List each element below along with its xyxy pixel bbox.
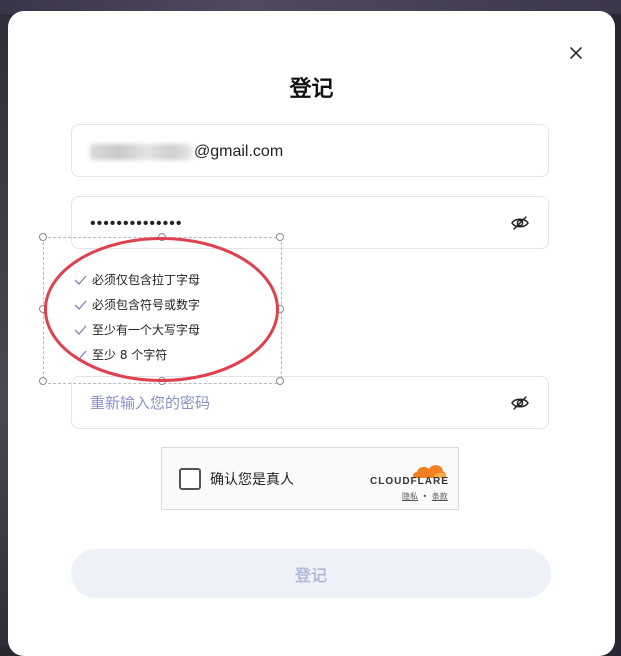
password-rule-text: 必须仅包含拉丁字母: [92, 273, 201, 287]
resize-handle[interactable]: [39, 377, 47, 385]
email-field[interactable]: @gmail.com: [71, 124, 549, 177]
resize-handle[interactable]: [39, 305, 47, 313]
password-rule: 至少 8 个字符: [72, 342, 302, 367]
signup-modal: 登记 @gmail.com •••••••••••••• 必须仅包含拉丁字母 必…: [8, 11, 615, 656]
captcha-label: 确认您是真人: [210, 472, 294, 488]
check-icon: [74, 275, 87, 285]
resize-handle[interactable]: [276, 305, 284, 313]
password-rule: 至少有一个大写字母: [72, 317, 302, 342]
check-icon: [74, 350, 87, 360]
check-icon: [74, 325, 87, 335]
privacy-link[interactable]: 隐私: [402, 492, 418, 501]
email-domain-text: @gmail.com: [194, 143, 284, 160]
password-rule-text: 至少有一个大写字母: [92, 323, 201, 337]
terms-link[interactable]: 条款: [432, 492, 448, 501]
redacted-email-username: [90, 144, 192, 160]
resize-handle[interactable]: [276, 233, 284, 241]
resize-handle[interactable]: [158, 377, 166, 385]
password-field[interactable]: ••••••••••••••: [71, 196, 549, 249]
eye-off-icon[interactable]: [510, 393, 530, 413]
resize-handle[interactable]: [158, 233, 166, 241]
modal-title: 登记: [289, 77, 334, 102]
confirm-password-field[interactable]: 重新输入您的密码: [71, 376, 549, 429]
confirm-password-placeholder: 重新输入您的密码: [90, 394, 211, 412]
close-icon: [570, 47, 582, 59]
password-rule-text: 至少 8 个字符: [92, 348, 168, 362]
password-value: ••••••••••••••: [90, 215, 183, 232]
resize-handle[interactable]: [276, 377, 284, 385]
resize-handle[interactable]: [39, 233, 47, 241]
password-rules-list: 必须仅包含拉丁字母 必须包含符号或数字 至少有一个大写字母 至少 8 个字符: [72, 267, 302, 367]
captcha-links: 隐私 • 条款: [402, 491, 448, 502]
cloudflare-captcha: 确认您是真人 CLOUDFLARE 隐私 • 条款: [161, 447, 459, 510]
human-verify-checkbox[interactable]: [179, 468, 201, 490]
password-rule: 必须包含符号或数字: [72, 292, 302, 317]
password-rule: 必须仅包含拉丁字母: [72, 267, 302, 292]
cloudflare-wordmark: CLOUDFLARE: [370, 476, 449, 487]
password-rule-text: 必须包含符号或数字: [92, 298, 201, 312]
link-separator: •: [422, 492, 428, 501]
register-submit-button[interactable]: 登记: [71, 549, 551, 598]
check-icon: [74, 300, 87, 310]
close-button[interactable]: [564, 41, 588, 65]
eye-off-icon[interactable]: [510, 213, 530, 233]
